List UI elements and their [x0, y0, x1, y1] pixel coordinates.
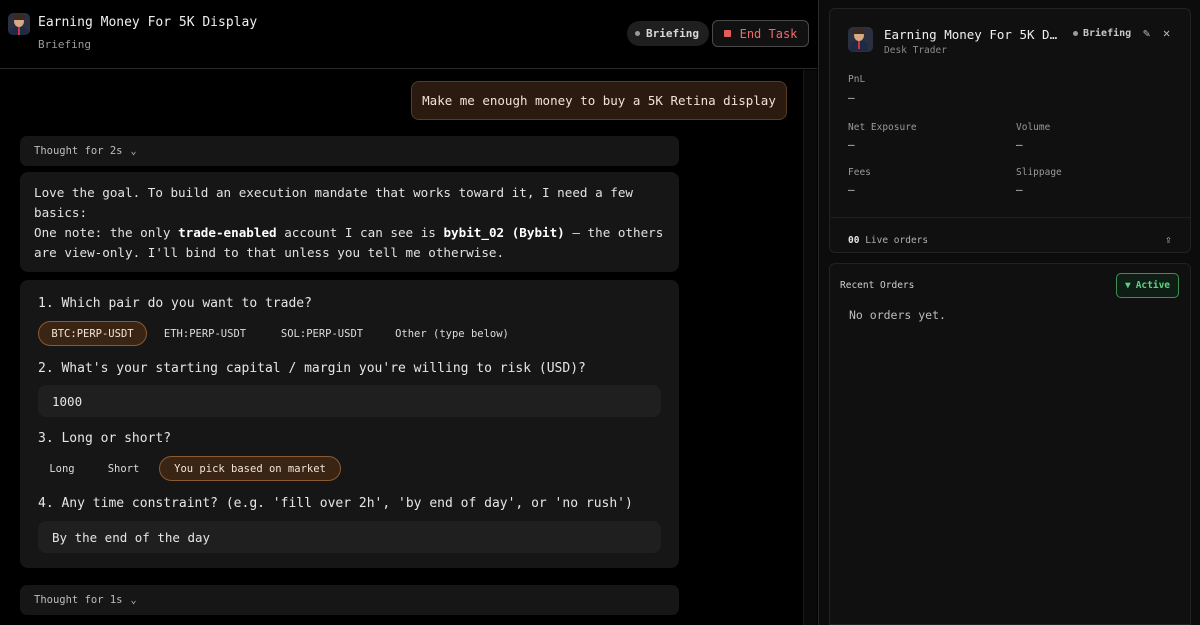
stop-icon: [723, 30, 731, 37]
question-form: 1. Which pair do you want to trade? BTC:…: [20, 280, 679, 568]
assistant-message: Love the goal. To build an execution man…: [20, 172, 679, 272]
task-title: Earning Money For 5K Display: [38, 15, 258, 30]
end-task-label: End Task: [739, 26, 798, 41]
active-filter-label: Active: [1135, 280, 1171, 291]
net-exposure-value: —: [848, 138, 855, 151]
question-pair: 1. Which pair do you want to trade?: [38, 296, 312, 311]
thought-toggle[interactable]: Thought for 2s ⌄: [20, 136, 679, 166]
divider: [830, 217, 1190, 218]
empty-state: No orders yet.: [849, 308, 946, 322]
status-badge-label: Briefing: [646, 27, 699, 40]
recent-orders-title: Recent Orders: [840, 280, 915, 291]
pnl-value: —: [848, 91, 855, 104]
trader-panel: Earning Money For 5K Di… Desk Trader Bri…: [818, 0, 1200, 625]
app-window: Earning Money For 5K Display Briefing Br…: [0, 0, 1200, 625]
pencil-icon[interactable]: ✎: [1143, 26, 1150, 40]
chevron-down-icon: ⌄: [130, 145, 137, 157]
thought-label: Thought for 2s: [34, 145, 123, 157]
live-orders-label: Live orders: [865, 235, 929, 246]
option-eth[interactable]: ETH:PERP-USDT: [154, 321, 256, 346]
option-sol[interactable]: SOL:PERP-USDT: [271, 321, 373, 346]
share-icon[interactable]: ⇪: [1165, 233, 1172, 246]
option-short[interactable]: Short: [96, 456, 151, 481]
agent-avatar: [8, 13, 30, 35]
fees-value: —: [848, 183, 855, 196]
reply-line: Love the goal. To build an execution man…: [34, 185, 633, 220]
question-direction: 3. Long or short?: [38, 431, 172, 446]
option-other[interactable]: Other (type below): [388, 321, 516, 346]
chevron-down-icon: ⌄: [130, 594, 137, 606]
fees-label: Fees: [848, 167, 871, 178]
net-exposure-label: Net Exposure: [848, 122, 917, 133]
recent-orders-card: Recent Orders ▼ Active No orders yet.: [829, 263, 1191, 625]
active-filter-button[interactable]: ▼ Active: [1116, 273, 1179, 298]
task-subtitle: Briefing: [38, 38, 91, 51]
status-dot-icon: [635, 31, 640, 36]
question-capital: 2. What's your starting capital / margin…: [38, 361, 586, 376]
panel-status-label: Briefing: [1083, 28, 1132, 39]
trader-avatar: [848, 27, 873, 52]
chat-header: Earning Money For 5K Display Briefing Br…: [0, 0, 817, 69]
status-badge: Briefing: [627, 21, 709, 46]
summary-card: Earning Money For 5K Di… Desk Trader Bri…: [829, 8, 1191, 253]
chat-pane: Earning Money For 5K Display Briefing Br…: [0, 0, 817, 625]
time-input[interactable]: By the end of the day: [38, 521, 661, 553]
slippage-label: Slippage: [1016, 167, 1062, 178]
thought-toggle-2[interactable]: Thought for 1s ⌄: [20, 585, 679, 615]
status-dot-icon: [1073, 31, 1078, 36]
panel-role: Desk Trader: [884, 45, 947, 56]
volume-label: Volume: [1016, 122, 1051, 133]
pnl-label: PnL: [848, 74, 866, 85]
filter-icon: ▼: [1124, 280, 1131, 291]
reply-note: One note: the only trade-enabled account…: [34, 225, 664, 260]
option-long[interactable]: Long: [38, 456, 86, 481]
panel-title: Earning Money For 5K Di…: [884, 27, 1062, 42]
live-orders-count: 00: [848, 235, 860, 246]
close-icon[interactable]: ✕: [1163, 26, 1170, 40]
option-you-pick[interactable]: You pick based on market: [159, 456, 341, 481]
user-message: Make me enough money to buy a 5K Retina …: [411, 81, 787, 120]
capital-input[interactable]: 1000: [38, 385, 661, 417]
scrollbar[interactable]: [803, 70, 817, 625]
end-task-button[interactable]: End Task: [712, 20, 809, 47]
option-btc[interactable]: BTC:PERP-USDT: [38, 321, 147, 346]
slippage-value: —: [1016, 183, 1023, 196]
volume-value: —: [1016, 138, 1023, 151]
question-time: 4. Any time constraint? (e.g. 'fill over…: [38, 496, 633, 511]
thought-label: Thought for 1s: [34, 594, 123, 606]
live-orders: 00 Live orders: [848, 235, 928, 246]
panel-status-badge: Briefing: [1073, 28, 1131, 39]
